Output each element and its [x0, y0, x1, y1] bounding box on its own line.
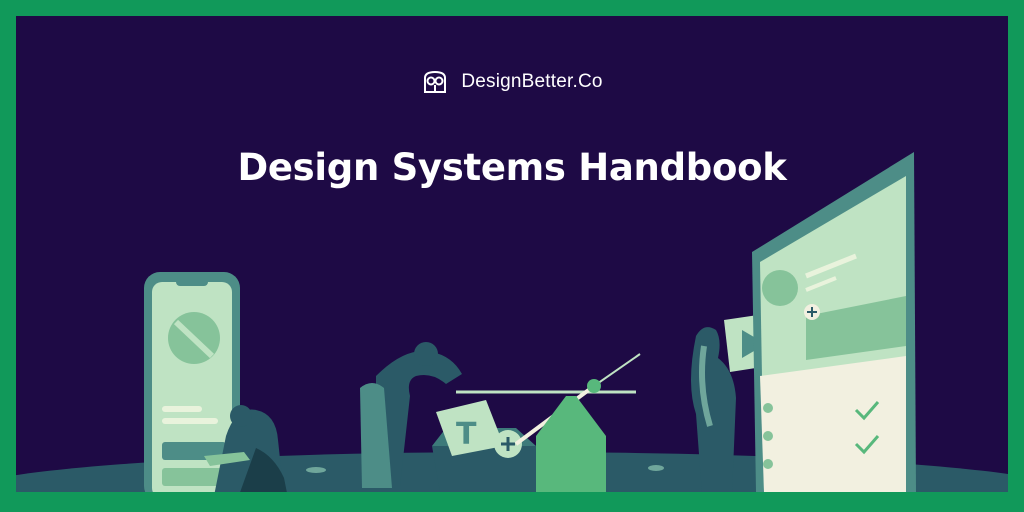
toolbox-illustration: T	[432, 400, 544, 492]
brand-name: DesignBetter.Co	[461, 71, 603, 92]
brand-header: DesignBetter.Co	[16, 68, 1008, 96]
svg-text:T: T	[456, 417, 477, 452]
owl-logo-icon	[424, 70, 447, 93]
hero-banner: T DesignBetter.Co Design Systems Handboo…	[16, 16, 1008, 492]
page-frame: T DesignBetter.Co Design Systems Handboo…	[0, 0, 1024, 512]
page-title: Design Systems Handbook	[237, 146, 787, 189]
tablet-device-illustration	[752, 152, 916, 492]
